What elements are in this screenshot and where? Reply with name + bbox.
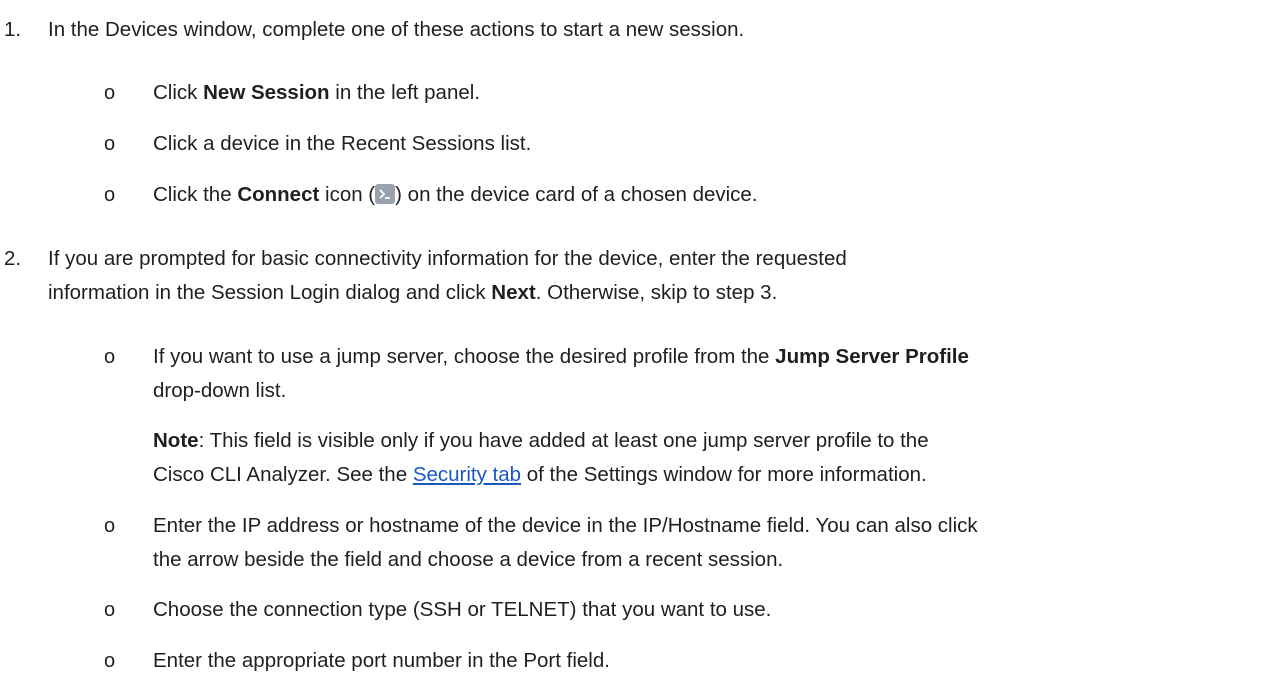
step-text-line-1: If you are prompted for basic connectivi…	[48, 247, 847, 270]
new-session-label: New Session	[203, 81, 330, 104]
bullet-text: Click New Session in the left panel.	[153, 81, 481, 104]
step-number: 1.	[4, 18, 22, 41]
bullet-text-line-1: If you want to use a jump server, choose…	[153, 345, 969, 368]
step-text-line-2: information in the Session Login dialog …	[48, 281, 778, 304]
bullet-glyph: o	[104, 346, 116, 368]
bullet-text: Click the Connect icon () on the device …	[153, 183, 758, 206]
bullet-text: Click a device in the Recent Sessions li…	[153, 132, 532, 155]
jump-server-profile-label: Jump Server Profile	[775, 345, 969, 368]
bullet-glyph: o	[104, 515, 116, 537]
bullet-text: Choose the connection type (SSH or TELNE…	[153, 598, 772, 621]
note-line-2: Cisco CLI Analyzer. See the Security tab…	[153, 463, 927, 486]
note-label: Note	[153, 429, 199, 452]
bullet-glyph: o	[104, 650, 116, 672]
bullet-text-line-2: drop-down list.	[153, 379, 287, 402]
bullet-glyph: o	[104, 133, 116, 155]
connect-label: Connect	[237, 183, 320, 206]
bullet-glyph: o	[104, 599, 116, 621]
next-label: Next	[491, 281, 536, 304]
step-text: In the Devices window, complete one of t…	[48, 18, 745, 41]
note-line-1: Note: This field is visible only if you …	[153, 429, 929, 452]
bullet-glyph: o	[104, 184, 116, 206]
bullet-glyph: o	[104, 82, 116, 104]
security-tab-link[interactable]: Security tab	[413, 463, 521, 486]
bullet-text-line-1: Enter the IP address or hostname of the …	[153, 514, 978, 537]
terminal-connect-icon	[375, 184, 396, 204]
step-number: 2.	[4, 247, 22, 270]
bullet-text-line-2: the arrow beside the field and choose a …	[153, 548, 784, 571]
bullet-text: Enter the appropriate port number in the…	[153, 649, 610, 672]
